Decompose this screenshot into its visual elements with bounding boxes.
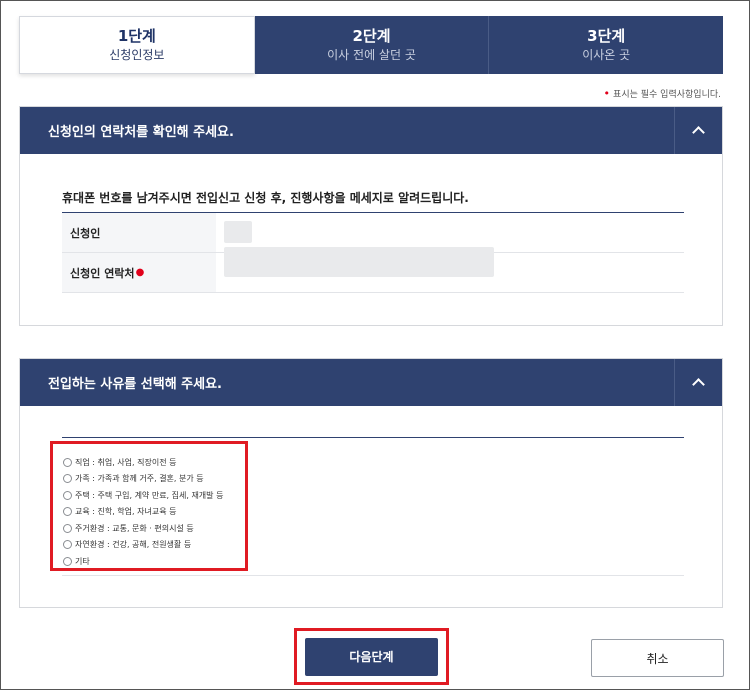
reason-option-housing[interactable]: 주택 : 주택 구입, 계약 만료, 집세, 재개발 등 [63, 487, 245, 504]
radio-icon[interactable] [63, 556, 72, 566]
radio-icon[interactable] [63, 523, 72, 533]
reason-option-job[interactable]: 직업 : 취업, 사업, 직장이전 등 [63, 454, 245, 471]
contact-section-title: 신청인의 연락처를 확인해 주세요. [48, 125, 234, 140]
applicant-label: 신청인 [62, 213, 216, 252]
redacted-block [224, 247, 494, 277]
reason-option-label: 가족 : 가족과 함께 거주, 결혼, 분가 등 [75, 474, 204, 484]
contact-section-header: 신청인의 연락처를 확인해 주세요. [20, 107, 722, 154]
required-note: • 표시는 필수 입력사항입니다. [604, 87, 721, 100]
step-2-number: 2단계 [352, 27, 391, 45]
step-tabs: 1단계 신청인정보 2단계 이사 전에 살던 곳 3단계 이사온 곳 [19, 16, 724, 74]
next-button-highlight: 다음단계 [294, 628, 449, 685]
reason-option-label: 교육 : 진학, 학업, 자녀교육 등 [75, 507, 177, 517]
redacted-block [224, 221, 252, 243]
next-step-button[interactable]: 다음단계 [305, 637, 438, 676]
reason-option-family[interactable]: 가족 : 가족과 함께 거주, 결혼, 분가 등 [63, 471, 245, 488]
phone-label: 신청인 연락처 ● [62, 253, 216, 292]
reason-section-header: 전입하는 사유를 선택해 주세요. [20, 359, 722, 406]
reason-option-label: 주택 : 주택 구입, 계약 만료, 집세, 재개발 등 [75, 490, 224, 500]
step-2-name: 이사 전에 살던 곳 [327, 48, 416, 62]
page-frame: 1단계 신청인정보 2단계 이사 전에 살던 곳 3단계 이사온 곳 • 표시는 … [0, 0, 750, 690]
contact-collapse-button[interactable] [674, 107, 722, 154]
chevron-up-icon [692, 378, 705, 391]
contact-info-table: 신청인 신청인 연락처 ● [62, 212, 684, 293]
reason-option-living-environment[interactable]: 주거환경 : 교통, 문화 · 편의시설 등 [63, 520, 245, 537]
reason-section-title: 전입하는 사유를 선택해 주세요. [48, 377, 222, 392]
reason-option-other[interactable]: 기타 [63, 553, 245, 570]
reason-collapse-button[interactable] [674, 359, 722, 406]
step-1-number: 1단계 [117, 27, 156, 45]
step-3-number: 3단계 [587, 27, 626, 45]
reason-option-education[interactable]: 교육 : 진학, 학업, 자녀교육 등 [63, 504, 245, 521]
reason-option-natural-environment[interactable]: 자연환경 : 건강, 공해, 전원생활 등 [63, 537, 245, 554]
reason-option-label: 자연환경 : 건강, 공해, 전원생활 등 [75, 540, 192, 550]
radio-icon[interactable] [63, 490, 72, 500]
radio-icon[interactable] [63, 457, 72, 467]
reason-option-label: 직업 : 취업, 사업, 직장이전 등 [75, 457, 177, 467]
required-dot-icon: • [603, 87, 611, 100]
reason-section: 전입하는 사유를 선택해 주세요. 직업 : 취업, 사업, 직장이전 등 가족… [19, 358, 723, 608]
required-dot-icon: ● [135, 267, 145, 278]
step-2-tab[interactable]: 2단계 이사 전에 살던 곳 [254, 16, 490, 74]
radio-icon[interactable] [63, 507, 72, 517]
divider [62, 575, 684, 576]
cancel-button[interactable]: 취소 [591, 639, 724, 677]
reason-options-highlight: 직업 : 취업, 사업, 직장이전 등 가족 : 가족과 함께 거주, 결혼, … [50, 441, 248, 571]
radio-icon[interactable] [63, 540, 72, 550]
step-3-name: 이사온 곳 [582, 48, 631, 62]
step-1-name: 신청인정보 [109, 48, 165, 62]
contact-section: 신청인의 연락처를 확인해 주세요. 휴대폰 번호를 남겨주시면 전입신고 신청… [19, 106, 723, 326]
phone-row: 신청인 연락처 ● [62, 247, 684, 293]
step-1-tab[interactable]: 1단계 신청인정보 [19, 16, 255, 74]
reason-option-label: 기타 [75, 556, 90, 566]
divider [62, 437, 684, 438]
chevron-up-icon [692, 126, 705, 139]
phone-value-redacted [216, 247, 684, 292]
applicant-label-text: 신청인 [70, 226, 101, 240]
step-3-tab[interactable]: 3단계 이사온 곳 [489, 16, 724, 74]
reason-option-label: 주거환경 : 교통, 문화 · 편의시설 등 [75, 523, 194, 533]
phone-label-text: 신청인 연락처 [70, 266, 135, 280]
contact-notice: 휴대폰 번호를 남겨주시면 전입신고 신청 후, 진행사항을 메세지로 알려드립… [62, 191, 469, 205]
required-note-text: 표시는 필수 입력사항입니다. [613, 90, 721, 100]
radio-icon[interactable] [63, 474, 72, 484]
